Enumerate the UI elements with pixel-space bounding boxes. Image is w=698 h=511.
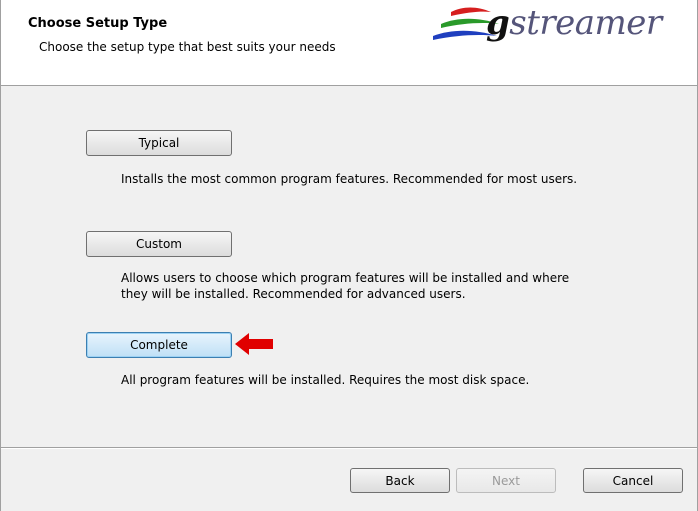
next-button[interactable]: Next — [456, 468, 556, 493]
footer-divider-highlight — [1, 448, 697, 449]
page-subtitle: Choose the setup type that best suits yo… — [39, 40, 336, 54]
typical-button-label: Typical — [138, 136, 180, 150]
typical-description: Installs the most common program feature… — [121, 172, 578, 186]
back-button[interactable]: Back — [350, 468, 450, 493]
pointer-arrow-icon — [235, 333, 273, 355]
gstreamer-logo: gstreamer — [421, 0, 698, 60]
page-title: Choose Setup Type — [28, 16, 168, 31]
custom-description-line2: they will be installed. Recommended for … — [121, 287, 466, 301]
logo-letters-rest: streamer — [509, 3, 662, 43]
complete-button-label: Complete — [130, 338, 188, 352]
complete-description: All program features will be installed. … — [121, 373, 530, 387]
setup-dialog: Choose Setup Type Choose the setup type … — [0, 0, 698, 511]
logo-letter-g: g — [486, 3, 510, 43]
back-button-label: Back — [385, 473, 415, 488]
gstreamer-wordmark: gstreamer — [486, 6, 662, 40]
custom-description: Allows users to choose which program fea… — [121, 270, 681, 302]
custom-button[interactable]: Custom — [86, 231, 232, 257]
custom-description-line1: Allows users to choose which program fea… — [121, 271, 570, 285]
custom-button-label: Custom — [136, 237, 182, 251]
cancel-button[interactable]: Cancel — [583, 468, 683, 493]
header-banner: Choose Setup Type Choose the setup type … — [1, 0, 697, 86]
typical-button[interactable]: Typical — [86, 130, 232, 156]
next-button-label: Next — [492, 473, 520, 488]
cancel-button-label: Cancel — [612, 473, 654, 488]
complete-button[interactable]: Complete — [86, 332, 232, 358]
